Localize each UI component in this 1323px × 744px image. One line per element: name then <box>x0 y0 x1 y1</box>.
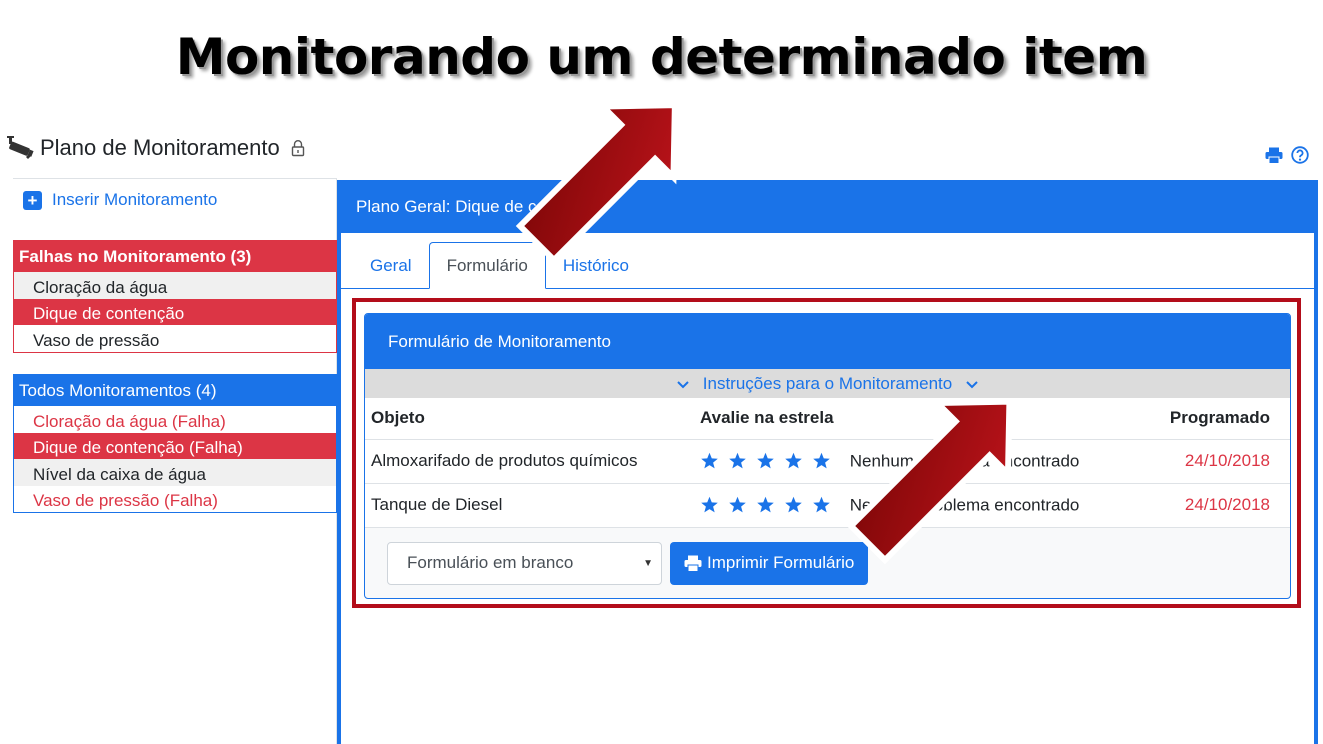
failure-item-pressure-vessel[interactable]: Vaso de pressão <box>14 325 336 352</box>
form-type-select[interactable]: Formulário em branco ▼ <box>387 541 662 585</box>
chevron-down-icon <box>677 374 689 394</box>
star-icon[interactable] <box>756 496 775 514</box>
form-table: Objeto Avalie na estrela Programado Almo… <box>365 398 1290 528</box>
failures-header: Falhas no Monitoramento (3) <box>14 241 336 272</box>
monitoring-item-water-tank-level[interactable]: Nível da caixa de água <box>14 459 336 486</box>
cctv-camera-icon <box>7 136 34 159</box>
page-title: Plano de Monitoramento <box>40 135 280 160</box>
insert-monitoring-link[interactable]: + Inserir Monitoramento <box>23 190 217 210</box>
row-object: Almoxarifado de produtos químicos <box>365 439 694 484</box>
plus-icon: + <box>23 190 42 210</box>
column-rate: Avalie na estrela <box>694 398 1145 440</box>
slide-title: Monitorando um determinado item <box>175 28 1148 86</box>
tab-history[interactable]: Histórico <box>546 243 646 289</box>
monitoring-item-pressure-vessel[interactable]: Vaso de pressão (Falha) <box>14 486 336 513</box>
insert-monitoring-label: Inserir Monitoramento <box>52 190 218 209</box>
plan-header: Plano Geral: Dique de c <box>337 180 1318 233</box>
all-monitorings-list: Todos Monitoramentos (4) Cloração da águ… <box>13 374 337 513</box>
form-type-value: Formulário em branco <box>407 553 574 572</box>
header-actions <box>1265 146 1309 164</box>
star-icon[interactable] <box>700 496 719 514</box>
star-rating <box>700 496 831 514</box>
failure-item-chlorination[interactable]: Cloração da água <box>14 272 336 299</box>
tab-bar: Geral Formulário Histórico <box>341 242 1314 289</box>
star-icon[interactable] <box>756 452 775 470</box>
table-row: Almoxarifado de produtos químicos Nenhum… <box>365 439 1290 484</box>
app-header: Plano de Monitoramento <box>6 130 306 166</box>
star-rating <box>700 452 831 470</box>
row-rating: Nenhum problema encontrado <box>694 439 1145 484</box>
table-row: Tanque de Diesel Nenhum problema encontr… <box>365 483 1290 528</box>
row-object: Tanque de Diesel <box>365 483 694 528</box>
print-icon[interactable] <box>1265 147 1283 164</box>
row-status: Nenhum problema encontrado <box>849 451 1080 471</box>
lock-icon[interactable] <box>290 139 306 157</box>
row-date: 24/10/2018 <box>1144 483 1290 528</box>
table-header-row: Objeto Avalie na estrela Programado <box>365 398 1290 440</box>
chevron-down-icon <box>966 374 978 394</box>
sidebar: + Inserir Monitoramento Falhas no Monito… <box>13 178 337 744</box>
tab-form[interactable]: Formulário <box>428 242 546 289</box>
column-object: Objeto <box>365 398 694 440</box>
monitoring-item-containment-dike[interactable]: Dique de contenção (Falha) <box>14 432 336 459</box>
star-icon[interactable] <box>812 452 831 470</box>
all-monitorings-header: Todos Monitoramentos (4) <box>14 375 336 406</box>
instructions-toggle[interactable]: Instruções para o Monitoramento <box>365 369 1290 398</box>
form-card-title: Formulário de Monitoramento <box>365 314 1290 369</box>
monitoring-form-card: Formulário de Monitoramento Instruções p… <box>364 313 1291 599</box>
instructions-label: Instruções para o Monitoramento <box>702 373 953 393</box>
print-form-label: Imprimir Formulário <box>707 553 855 572</box>
tab-general[interactable]: Geral <box>353 243 429 289</box>
print-icon <box>684 555 702 572</box>
form-card-footer: Formulário em branco ▼ Imprimir Formulár… <box>365 528 1290 598</box>
star-icon[interactable] <box>812 496 831 514</box>
failures-list: Falhas no Monitoramento (3) Cloração da … <box>13 240 337 353</box>
failure-item-containment-dike[interactable]: Dique de contenção <box>14 298 336 325</box>
row-status: Nenhum problema encontrado <box>849 495 1080 515</box>
row-date: 24/10/2018 <box>1144 439 1290 484</box>
star-icon[interactable] <box>728 496 747 514</box>
caret-down-icon: ▼ <box>643 557 653 569</box>
column-scheduled: Programado <box>1144 398 1290 440</box>
star-icon[interactable] <box>728 452 747 470</box>
help-icon[interactable] <box>1291 146 1309 164</box>
print-form-button[interactable]: Imprimir Formulário <box>670 541 869 585</box>
star-icon[interactable] <box>784 496 803 514</box>
star-icon[interactable] <box>784 452 803 470</box>
row-rating: Nenhum problema encontrado <box>694 483 1145 528</box>
monitoring-item-chlorination[interactable]: Cloração da água (Falha) <box>14 406 336 433</box>
star-icon[interactable] <box>700 452 719 470</box>
